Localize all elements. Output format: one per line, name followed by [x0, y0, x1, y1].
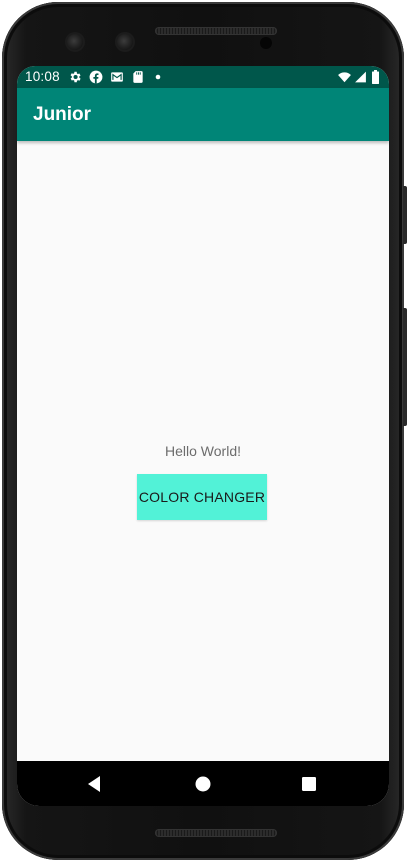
facebook-icon: [89, 70, 103, 84]
navigation-bar: [17, 761, 389, 806]
screen: 10:08 Junior Hello World! COLOR CHANGER: [17, 66, 389, 806]
bottom-speaker: [155, 829, 277, 837]
front-camera-icon: [115, 32, 135, 52]
battery-icon: [372, 70, 379, 84]
phone-frame: 10:08 Junior Hello World! COLOR CHANGER: [0, 0, 407, 863]
volume-button: [403, 308, 407, 426]
app-bar: Junior: [17, 88, 389, 141]
dot-icon: [155, 74, 161, 80]
signal-icon: [355, 71, 366, 83]
power-button: [403, 186, 407, 244]
settings-icon: [70, 71, 81, 83]
main-content: Hello World! COLOR CHANGER: [17, 141, 389, 761]
recents-icon[interactable]: [298, 773, 320, 795]
home-icon[interactable]: [192, 773, 214, 795]
color-changer-button[interactable]: COLOR CHANGER: [137, 474, 267, 520]
status-time: 10:08: [25, 69, 60, 84]
sd-card-icon: [133, 71, 143, 83]
hello-text: Hello World!: [165, 443, 241, 459]
gmail-icon: [111, 72, 123, 82]
front-camera-icon: [65, 32, 85, 52]
app-title: Junior: [33, 104, 92, 125]
earpiece-speaker: [155, 27, 277, 35]
back-icon[interactable]: [84, 773, 106, 795]
wifi-icon: [338, 72, 351, 83]
status-bar: 10:08: [17, 66, 389, 88]
proximity-sensor: [260, 37, 272, 49]
